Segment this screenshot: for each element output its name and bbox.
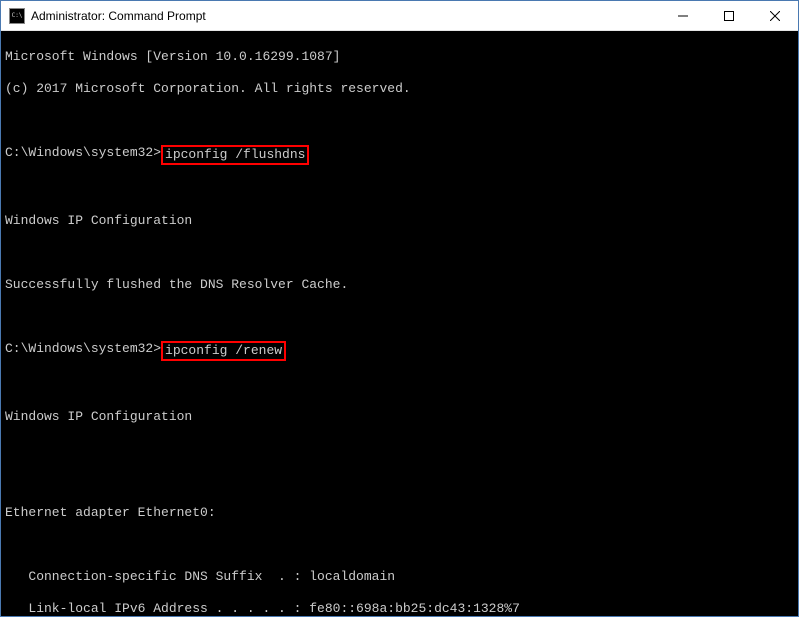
blank-line xyxy=(5,473,794,489)
output-line: Link-local IPv6 Address . . . . . : fe80… xyxy=(5,601,794,616)
output-line: Windows IP Configuration xyxy=(5,213,794,229)
output-line: Windows IP Configuration xyxy=(5,409,794,425)
close-button[interactable] xyxy=(752,1,798,30)
terminal-output[interactable]: Microsoft Windows [Version 10.0.16299.10… xyxy=(1,31,798,616)
titlebar[interactable]: Administrator: Command Prompt xyxy=(1,1,798,31)
prompt: C:\Windows\system32> xyxy=(5,145,161,161)
blank-line xyxy=(5,441,794,457)
highlighted-command: ipconfig /flushdns xyxy=(161,145,309,165)
blank-line xyxy=(5,181,794,197)
highlighted-command: ipconfig /renew xyxy=(161,341,286,361)
prompt-line: C:\Windows\system32>ipconfig /flushdns xyxy=(5,145,794,165)
window-title: Administrator: Command Prompt xyxy=(31,9,206,23)
output-line: Connection-specific DNS Suffix . : local… xyxy=(5,569,794,585)
minimize-icon xyxy=(678,11,688,21)
prompt: C:\Windows\system32> xyxy=(5,341,161,357)
window-controls xyxy=(660,1,798,30)
minimize-button[interactable] xyxy=(660,1,706,30)
blank-line xyxy=(5,537,794,553)
output-line: (c) 2017 Microsoft Corporation. All righ… xyxy=(5,81,794,97)
output-line: Successfully flushed the DNS Resolver Ca… xyxy=(5,277,794,293)
blank-line xyxy=(5,113,794,129)
close-icon xyxy=(770,11,780,21)
output-line: Microsoft Windows [Version 10.0.16299.10… xyxy=(5,49,794,65)
cmd-icon xyxy=(9,8,25,24)
maximize-icon xyxy=(724,11,734,21)
maximize-button[interactable] xyxy=(706,1,752,30)
blank-line xyxy=(5,245,794,261)
adapter-header: Ethernet adapter Ethernet0: xyxy=(5,505,794,521)
cmd-window: Administrator: Command Prompt Microsoft … xyxy=(0,0,799,617)
prompt-line: C:\Windows\system32>ipconfig /renew xyxy=(5,341,794,361)
blank-line xyxy=(5,309,794,325)
blank-line xyxy=(5,377,794,393)
